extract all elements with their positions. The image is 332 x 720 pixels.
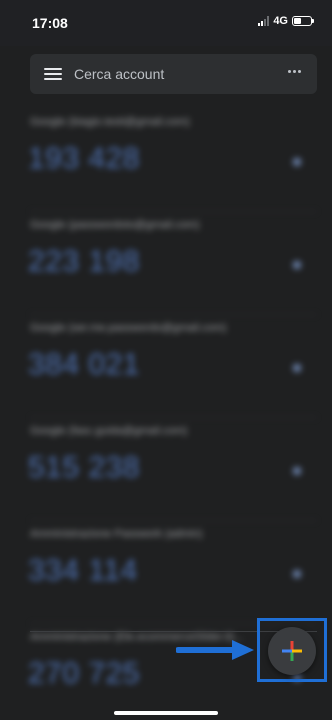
account-code[interactable]: 384 021 (28, 348, 140, 382)
account-code[interactable]: 334 114 (28, 554, 138, 588)
hamburger-menu-icon[interactable] (44, 68, 62, 80)
account-code[interactable]: 193 428 (28, 142, 140, 176)
timer-indicator-icon (293, 364, 301, 372)
status-indicators: 4G (258, 15, 314, 27)
row-divider (30, 314, 317, 315)
account-item[interactable]: Amministrazione Passwork (admin) 334 114 (0, 528, 332, 628)
add-plus-icon (282, 641, 302, 661)
account-label: Google (biagio.testi@gmail.com) (30, 116, 190, 128)
account-item[interactable]: Google (ser.me.passwordo@gmail.com) 384 0… (0, 322, 332, 422)
home-indicator[interactable] (114, 711, 218, 715)
account-list: Google (biagio.testi@gmail.com) 193 428 Go… (0, 100, 332, 690)
account-label: Google (passwordoto@gmail.com) (30, 219, 200, 231)
add-account-button[interactable] (268, 627, 316, 675)
timer-indicator-icon (293, 467, 301, 475)
status-bar: 17:08 4G (0, 0, 332, 46)
account-code[interactable]: 515 238 (28, 451, 140, 485)
signal-icon (258, 16, 270, 26)
account-label: Google (ser.me.passwordo@gmail.com) (30, 322, 227, 334)
account-code[interactable]: 223 198 (28, 245, 140, 279)
timer-indicator-icon (293, 158, 301, 166)
timer-indicator-icon (293, 570, 301, 578)
account-label: Google (fasc.guida@gmail.com) (30, 425, 188, 437)
timer-indicator-icon (293, 261, 301, 269)
battery-icon (292, 16, 314, 26)
row-divider (30, 417, 317, 418)
account-item[interactable]: Google (fasc.guida@gmail.com) 515 238 (0, 425, 332, 525)
more-horizontal-icon[interactable] (288, 70, 301, 73)
search-bar[interactable]: Cerca account (30, 54, 317, 94)
row-divider (30, 211, 317, 212)
arrow-right-annotation-icon (176, 640, 254, 660)
account-item[interactable]: Google (biagio.testi@gmail.com) 193 428 (0, 116, 332, 216)
search-input[interactable]: Cerca account (74, 66, 164, 82)
account-item[interactable]: Google (passwordoto@gmail.com) 223 198 (0, 219, 332, 319)
account-code[interactable]: 270 725 (28, 657, 140, 691)
network-type: 4G (273, 15, 288, 27)
account-label: Amministrazione Passwork (admin) (30, 528, 203, 540)
status-time: 17:08 (32, 15, 68, 31)
row-divider (30, 520, 317, 521)
battery-fill (294, 18, 301, 24)
